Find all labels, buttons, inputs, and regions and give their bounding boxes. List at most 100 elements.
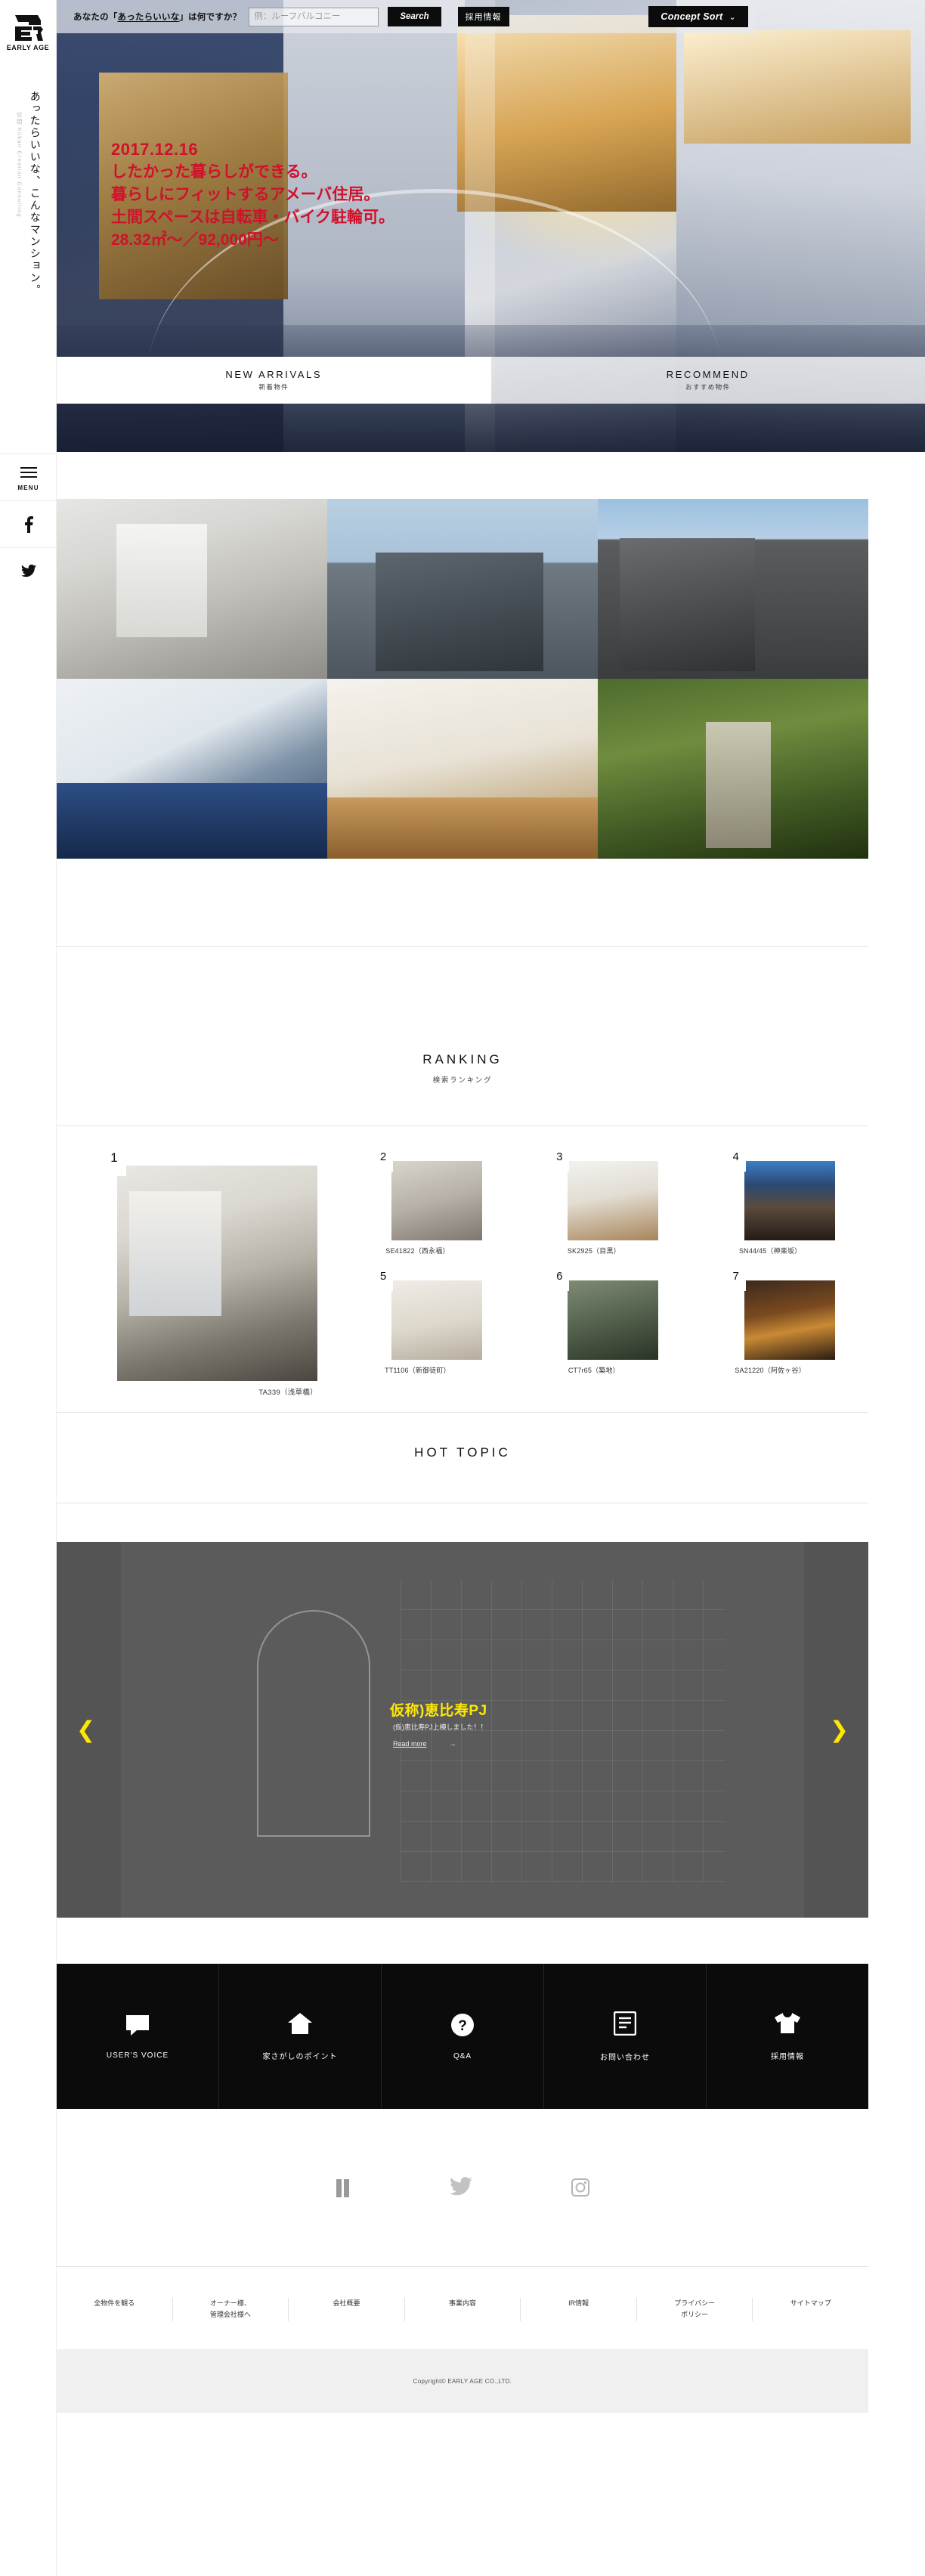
- hero-date: 2017.12.16: [111, 140, 199, 159]
- nav-users-voice[interactable]: USER'S VOICE: [57, 1964, 219, 2109]
- ranking-item-7-photo: [744, 1280, 835, 1360]
- nav-house-points[interactable]: 家さがしのポイント: [219, 1964, 382, 2109]
- concept-sort-label: Concept Sort: [660, 11, 723, 22]
- gallery-item-6[interactable]: [598, 679, 868, 859]
- divider-above-footer: [57, 2266, 868, 2267]
- nav-recruit[interactable]: 採用情報: [707, 1964, 868, 2109]
- hot-topic-slide-subtitle: (仮)恵比寿PJ上棟しました！！: [393, 1723, 487, 1731]
- footer-link-all-properties[interactable]: 全物件を観る: [57, 2298, 172, 2321]
- hot-topic-arch-drawing: [257, 1610, 370, 1837]
- sidebar-tagline: あったらいいな、こんなマンション。 空間 Kūkan Creation Cons…: [0, 91, 57, 408]
- facebook-icon[interactable]: [335, 2177, 351, 2203]
- hot-topic-heading: HOT TOPIC: [57, 1445, 868, 1460]
- footer-link-owners[interactable]: オーナー様、 管理会社様へ: [172, 2298, 289, 2321]
- document-icon: [614, 2011, 636, 2036]
- ranking-heading: RANKING 検索ランキング: [57, 1052, 868, 1085]
- ranking-item-6-label: CT7r65（築地）: [568, 1367, 620, 1374]
- tshirt-icon: [774, 2012, 801, 2035]
- ranking-item-3[interactable]: 3 SK2925（目黒）: [509, 1150, 685, 1270]
- ranking-item-3-rank: 3: [549, 1150, 570, 1172]
- gallery-item-3[interactable]: [598, 499, 868, 679]
- sidebar-tagline-en: 空間 Kūkan Creation Consulting: [16, 112, 23, 218]
- search-button[interactable]: Search: [388, 7, 441, 26]
- twitter-icon[interactable]: [450, 2177, 472, 2203]
- arrow-right-icon: →: [449, 1740, 456, 1748]
- listing-tabs: NEW ARRIVALS 新着物件 RECOMMEND おすすめ物件: [57, 357, 925, 404]
- ranking-item-7[interactable]: 7 SA21220（阿佐ヶ谷）: [685, 1270, 862, 1389]
- sidebar-tagline-jp: あったらいいな、こんなマンション。: [29, 91, 42, 296]
- svg-text:?: ?: [458, 2018, 467, 2034]
- copyright-text: Copyright© EARLY AGE CO.,LTD.: [413, 2377, 512, 2385]
- recruit-button[interactable]: 採用情報: [457, 7, 509, 26]
- carousel-prev-arrow[interactable]: ❮: [76, 1717, 95, 1743]
- divider-above-hot-topic: [57, 1412, 868, 1413]
- copyright-bar: Copyright© EARLY AGE CO.,LTD.: [57, 2349, 868, 2413]
- hero-line-2: 暮らしにフィットするアメーバ住居。: [111, 186, 380, 204]
- search-input[interactable]: [249, 7, 379, 26]
- carousel-next-arrow[interactable]: ❯: [830, 1717, 849, 1743]
- footer-link-company[interactable]: 会社概要: [288, 2298, 404, 2321]
- ranking-item-4-label: SN44/45（神楽坂）: [738, 1247, 802, 1255]
- ranking-item-3-label: SK2925（目黒）: [567, 1247, 620, 1255]
- menu-label: MENU: [17, 484, 39, 491]
- site-logo[interactable]: EARLY AGE: [0, 0, 56, 59]
- ranking-item-1[interactable]: 1 TA339（浅草橋）: [102, 1150, 317, 1398]
- tab-new-arrivals[interactable]: NEW ARRIVALS 新着物件: [57, 357, 491, 404]
- nav-recruit-label: 採用情報: [771, 2052, 804, 2061]
- footer-link-sitemap[interactable]: サイトマップ: [752, 2298, 868, 2321]
- ranking-item-2-rank: 2: [373, 1150, 393, 1172]
- social-links: [57, 2177, 868, 2203]
- ranking-item-2-photo: [391, 1161, 482, 1240]
- tab-recommend-jp: おすすめ物件: [685, 383, 731, 391]
- hot-topic-slide[interactable]: 仮称)恵比寿PJ (仮)恵比寿PJ上棟しました！！ Read more →: [121, 1542, 804, 1918]
- homepage: EARLY AGE あったらいいな、こんなマンション。 空間 Kūkan Cre…: [0, 0, 925, 2576]
- early-age-logo-icon: [12, 14, 44, 42]
- instagram-icon[interactable]: [571, 2177, 590, 2203]
- gallery-item-4[interactable]: [57, 679, 327, 859]
- nav-house-points-label: 家さがしのポイント: [262, 2052, 338, 2061]
- ranking-item-4[interactable]: 4 SN44/45（神楽坂）: [685, 1150, 862, 1270]
- nav-qa[interactable]: ? Q&A: [382, 1964, 544, 2109]
- footer-links: 全物件を観る オーナー様、 管理会社様へ 会社概要 事業内容 IR情報 プライバ…: [57, 2298, 868, 2321]
- hot-topic-read-more[interactable]: Read more →: [393, 1740, 456, 1748]
- gallery-item-2[interactable]: [327, 499, 598, 679]
- concept-sort-dropdown[interactable]: Concept Sort ⌄: [648, 6, 748, 27]
- ranking-item-4-photo: [744, 1161, 835, 1240]
- ranking-item-5-label: TT1106（新御徒町）: [385, 1367, 450, 1374]
- nav-users-voice-label: USER'S VOICE: [106, 2051, 169, 2060]
- ranking-grid: 2 SE41822（西永福） 3 SK2925（目黒） 4 SN44/45（神楽…: [333, 1150, 862, 1389]
- read-more-label: Read more: [393, 1740, 427, 1748]
- ranking-item-5[interactable]: 5 TT1106（新御徒町）: [333, 1270, 509, 1389]
- divider-below-ranking-heading: [57, 1125, 868, 1126]
- ranking-heading-en: RANKING: [422, 1052, 503, 1067]
- hot-topic-slide-title: 仮称)恵比寿PJ: [390, 1703, 487, 1719]
- tab-new-arrivals-jp: 新着物件: [258, 383, 289, 391]
- hero-line-4: 28.32㎡〜／92,000円〜: [111, 231, 279, 249]
- gallery-item-1[interactable]: [57, 499, 327, 679]
- ranking-item-6-photo: [568, 1280, 659, 1360]
- chevron-down-icon: ⌄: [729, 12, 736, 22]
- gallery-item-5[interactable]: [327, 679, 598, 859]
- footer-link-privacy[interactable]: プライバシー ポリシー: [636, 2298, 753, 2321]
- nav-contact[interactable]: お問い合わせ: [544, 1964, 707, 2109]
- menu-button[interactable]: MENU: [0, 454, 57, 500]
- sidebar-facebook-link[interactable]: [0, 500, 57, 547]
- footer-link-business[interactable]: 事業内容: [404, 2298, 521, 2321]
- nav-contact-label: お問い合わせ: [600, 2053, 650, 2062]
- ranking-item-2[interactable]: 2 SE41822（西永福）: [333, 1150, 509, 1270]
- ranking-item-6-rank: 6: [549, 1270, 570, 1291]
- site-logo-text: EARLY AGE: [6, 43, 50, 51]
- hot-topic-carousel: 仮称)恵比寿PJ (仮)恵比寿PJ上棟しました！！ Read more → ❮ …: [57, 1542, 868, 1918]
- tab-recommend[interactable]: RECOMMEND おすすめ物件: [490, 357, 925, 404]
- facebook-icon: [24, 516, 33, 533]
- footer-link-ir[interactable]: IR情報: [520, 2298, 636, 2321]
- ranking-item-6[interactable]: 6 CT7r65（築地）: [509, 1270, 685, 1389]
- question-mark-icon: ?: [450, 2013, 475, 2037]
- hero-line-1: したかった暮らしができる。: [111, 163, 317, 181]
- ranking-item-1-rank: 1: [102, 1150, 126, 1176]
- house-icon: [287, 2012, 313, 2035]
- twitter-icon: [20, 565, 36, 577]
- ranking-item-5-rank: 5: [373, 1270, 393, 1291]
- sidebar-twitter-link[interactable]: [0, 547, 57, 594]
- ranking-item-7-label: SA21220（阿佐ヶ谷）: [735, 1367, 806, 1374]
